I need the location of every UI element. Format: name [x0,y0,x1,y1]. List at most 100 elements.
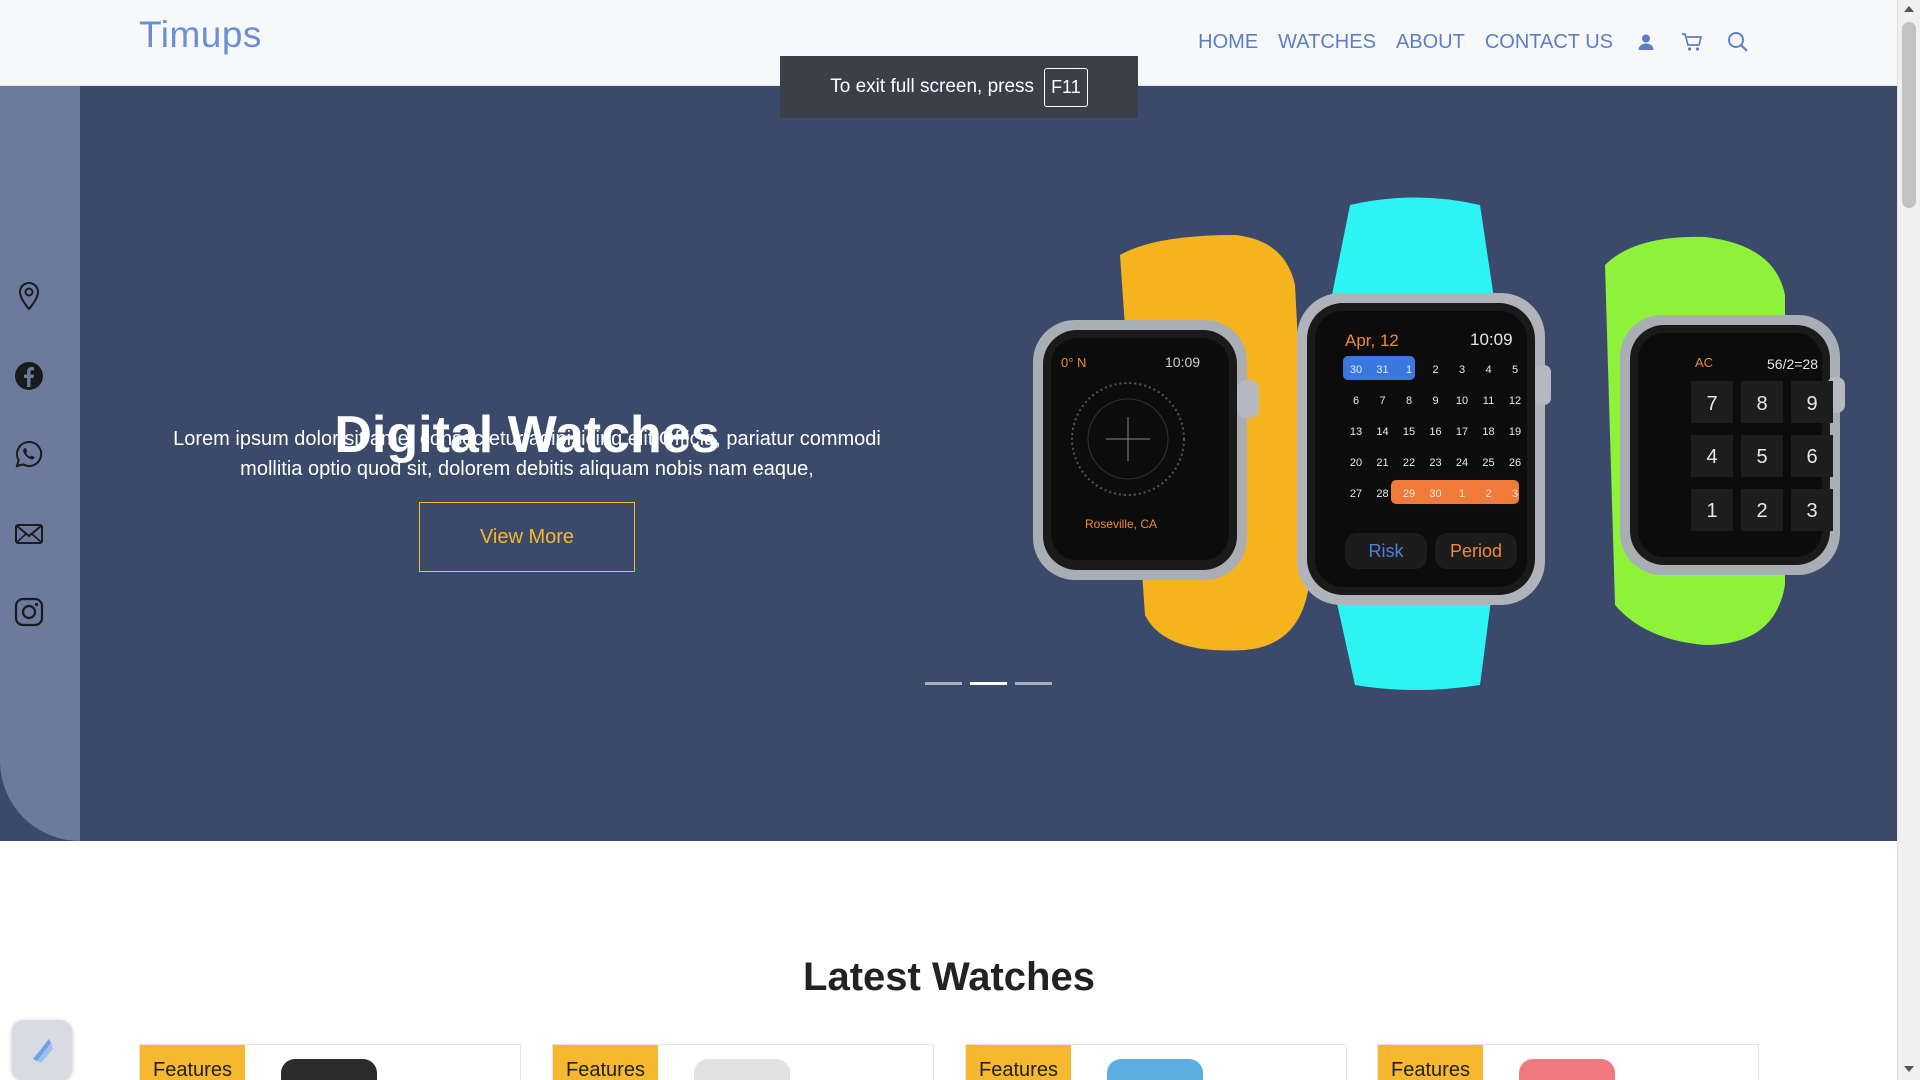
calendar-date: Apr, 12 [1345,331,1399,350]
latest-watches-title: Latest Watches [803,955,1095,999]
location-icon[interactable] [14,281,44,311]
toast-key: F11 [1044,67,1088,107]
calendar-day: 19 [1509,426,1521,438]
calendar-day: 9 [1432,395,1438,407]
calendar-day: 14 [1376,426,1388,438]
carousel-dot[interactable] [1015,682,1052,685]
calendar-day: 22 [1403,457,1415,469]
search-icon[interactable] [1725,29,1751,55]
calendar-day: 1 [1459,488,1465,500]
calc-display: 56/2=28 [1767,356,1818,372]
features-tag: Features [553,1045,658,1080]
cyan-watch: Apr, 12 10:09 30 31 1 2 3 4 56 7 8 9 10 11 1213 14 15 1… [1297,197,1551,690]
product-card[interactable]: Features [552,1044,934,1080]
calendar-day: 31 [1376,364,1388,376]
calendar-day: 12 [1509,395,1521,407]
calendar-day: 23 [1429,457,1441,469]
view-more-button[interactable]: View More [419,502,635,572]
nav-watches[interactable]: WATCHES [1278,31,1376,54]
carousel-indicators [925,682,1052,685]
calendar-day: 8 [1406,395,1412,407]
calendar-day: 6 [1353,395,1359,407]
calendar-day: 7 [1379,395,1385,407]
calendar-day: 5 [1512,364,1518,376]
compass-location: Roseville, CA [1085,517,1157,531]
social-sidebar [0,85,80,841]
calendar-day: 21 [1376,457,1388,469]
floating-app-icon[interactable] [12,1020,72,1080]
whatsapp-icon[interactable] [14,439,44,469]
calendar-day: 2 [1432,364,1438,376]
brand-logo[interactable]: Timups [139,14,262,56]
calendar-day: 13 [1350,426,1362,438]
watches-image: 0° N 10:09 Roseville, CA AC 56/2=28 7 8 [1033,197,1845,690]
features-tag: Features [1378,1045,1483,1080]
calendar-day: 11 [1483,395,1494,407]
scrollbar-thumb[interactable] [1902,22,1916,208]
main-nav: HOME WATCHES ABOUT CONTACT US [1198,29,1751,55]
watch-thumbnail [1107,1059,1203,1080]
calendar-period-label: Period [1450,541,1502,561]
calc-key: 7 [1706,393,1717,415]
calendar-day: 4 [1485,364,1491,376]
yellow-watch: 0° N 10:09 Roseville, CA [1033,235,1310,651]
calc-key: 4 [1706,446,1717,468]
calc-key: 1 [1706,500,1717,522]
scrollbar[interactable] [1897,0,1920,1080]
calendar-day: 25 [1482,457,1494,469]
compass-time: 10:09 [1165,354,1200,370]
nav-about[interactable]: ABOUT [1396,31,1465,54]
carousel-dot-active[interactable] [970,682,1007,685]
mail-icon[interactable] [14,519,44,549]
facebook-icon[interactable] [14,361,44,391]
watch-thumbnail [1519,1059,1615,1080]
calendar-day: 3 [1459,364,1465,376]
carousel-dot[interactable] [925,682,962,685]
scroll-up-arrow-icon[interactable] [1903,4,1915,14]
calendar-day: 27 [1350,488,1362,500]
calc-key: 3 [1806,500,1817,522]
product-card[interactable]: Features [139,1044,521,1080]
calc-key: 6 [1806,446,1817,468]
scroll-down-arrow-icon[interactable] [1903,1064,1915,1074]
calendar-time: 10:09 [1470,330,1513,349]
cart-icon[interactable] [1679,29,1705,55]
page: Digital Watches Lorem ipsum dolor sit am… [0,0,1898,1080]
calc-clear: AC [1695,355,1713,370]
features-tag: Features [140,1045,245,1080]
product-card[interactable]: Features [965,1044,1347,1080]
calendar-day: 17 [1456,426,1468,438]
toast-message: To exit full screen, press [830,76,1035,97]
calendar-day: 2 [1485,488,1491,500]
instagram-icon[interactable] [14,597,44,627]
user-icon[interactable] [1633,29,1659,55]
calendar-day: 24 [1456,457,1468,469]
calendar-day: 3 [1512,488,1518,500]
calendar-day: 20 [1350,457,1362,469]
features-tag: Features [966,1045,1071,1080]
calendar-day: 10 [1456,395,1468,407]
nav-contact[interactable]: CONTACT US [1485,31,1613,54]
calc-key: 5 [1756,446,1767,468]
watch-thumbnail [694,1059,790,1080]
calendar-day: 15 [1403,426,1415,438]
green-watch: AC 56/2=28 7 8 9 4 5 6 1 2 3 [1605,236,1845,645]
calendar-day: 28 [1376,488,1388,500]
nav-home[interactable]: HOME [1198,31,1258,54]
calendar-day: 18 [1482,426,1494,438]
product-card[interactable]: Features [1377,1044,1759,1080]
calendar-risk-label: Risk [1369,541,1405,561]
hero-description: Lorem ipsum dolor sit amet consectetur a… [173,428,881,480]
calendar-day: 26 [1509,457,1521,469]
calendar-day: 29 [1403,488,1415,500]
calc-key: 2 [1756,500,1767,522]
calendar-day: 1 [1406,364,1412,376]
calendar-day: 30 [1350,364,1362,376]
calc-key: 8 [1756,393,1767,415]
compass-heading: 0° N [1061,355,1086,370]
watch-thumbnail [281,1059,377,1080]
fullscreen-toast: To exit full screen, press F11 [780,56,1138,118]
calendar-day: 30 [1429,488,1441,500]
calc-key: 9 [1806,393,1817,415]
calendar-day: 16 [1429,426,1441,438]
